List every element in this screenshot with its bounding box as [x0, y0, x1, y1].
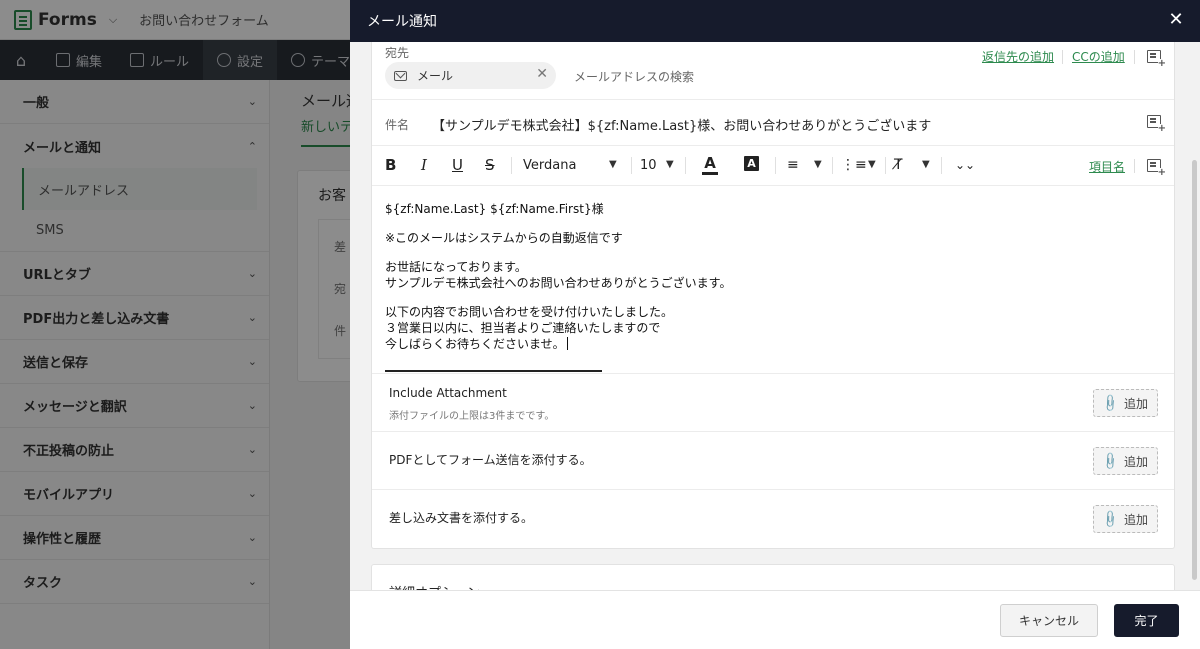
body-line: ${zf:Name.Last} ${zf:Name.First}様 [385, 202, 604, 216]
divider [832, 157, 833, 174]
insert-field-icon[interactable] [1147, 159, 1166, 178]
mail-icon [394, 70, 407, 81]
detail-options-card[interactable]: 詳細オプション [371, 564, 1175, 590]
editor-toolbar: B I U S Verdana ▼ 10 ▼ A A ≡ ▼ ⋮≡ ▼ T̸ ▼… [372, 146, 1174, 186]
clear-format-icon[interactable]: T̸ [894, 156, 903, 174]
attachment-row-merge: 差し込み文書を添付する。 📎 追加 [372, 489, 1174, 547]
add-attachment-button[interactable]: 📎 追加 [1093, 389, 1158, 417]
signature-divider [385, 370, 602, 372]
strikethrough-icon[interactable]: S [485, 156, 495, 174]
divider [511, 157, 512, 174]
text-caret [566, 337, 568, 350]
divider [1134, 159, 1135, 173]
add-button-label: 追加 [1123, 512, 1148, 527]
bold-icon[interactable]: B [385, 156, 396, 174]
more-options-icon[interactable]: ⌄⌄ [955, 156, 975, 174]
divider [1062, 50, 1063, 64]
mail-body-editor[interactable]: ${zf:Name.Last} ${zf:Name.First}様 ※このメール… [372, 186, 1174, 373]
add-button-label: 追加 [1123, 454, 1148, 469]
attachment-note: 添付ファイルの上限は3件までです。 [389, 411, 555, 422]
underline-icon[interactable]: U [452, 156, 463, 174]
insert-field-icon[interactable] [1147, 115, 1166, 134]
recipient-label: 宛先 [385, 46, 410, 60]
chevron-down-icon[interactable]: ▼ [922, 159, 930, 170]
recipient-search-input[interactable]: メールアドレスの検索 [574, 68, 694, 85]
detail-options-title: 詳細オプション [389, 582, 480, 590]
done-button[interactable]: 完了 [1114, 604, 1179, 637]
align-left-icon[interactable]: ≡ [787, 156, 799, 174]
attachment-title: 差し込み文書を添付する。 [389, 511, 534, 525]
remove-chip-icon[interactable]: ✕ [536, 66, 548, 82]
body-line: ※このメールはシステムからの自動返信です [385, 231, 623, 245]
add-reply-to-link[interactable]: 返信先の追加 [982, 48, 1054, 65]
font-family-select[interactable]: Verdana [523, 158, 576, 173]
panel-title: メール通知 [367, 14, 437, 30]
attachment-title: PDFとしてフォーム送信を添付する。 [389, 453, 592, 467]
add-button-label: 追加 [1123, 396, 1148, 411]
divider [1134, 50, 1135, 64]
vertical-scrollbar[interactable] [1192, 160, 1197, 580]
recipient-chip-label: メール [417, 69, 454, 83]
chevron-down-icon[interactable]: ▼ [868, 159, 876, 170]
body-line-last: 今しばらくお待ちくださいませ。 [385, 335, 568, 352]
chevron-down-icon[interactable]: ▼ [609, 159, 617, 170]
recipient-chip[interactable]: メール ✕ [385, 62, 556, 89]
subject-row: 件名 【サンプルデモ株式会社】${zf:Name.Last}様、お問い合わせあり… [372, 100, 1174, 146]
attachment-title: Include Attachment [389, 386, 507, 400]
close-icon[interactable]: ✕ [1166, 11, 1186, 31]
add-pdf-attachment-button[interactable]: 📎 追加 [1093, 447, 1158, 475]
body-line: お世話になっております。 [385, 260, 527, 274]
attachment-row-pdf: PDFとしてフォーム送信を添付する。 📎 追加 [372, 431, 1174, 489]
insert-field-icon[interactable] [1147, 50, 1166, 69]
add-merge-attachment-button[interactable]: 📎 追加 [1093, 505, 1158, 533]
attachment-row-include: Include Attachment 添付ファイルの上限は3件までです。 📎 追… [372, 373, 1174, 431]
body-line: 今しばらくお待ちくださいませ。 [385, 337, 565, 351]
divider [685, 157, 686, 174]
body-line: 以下の内容でお問い合わせを受け付けいたしました。 [385, 305, 674, 319]
subject-label: 件名 [385, 118, 410, 132]
divider [885, 157, 886, 174]
cancel-button[interactable]: キャンセル [1000, 604, 1098, 637]
bullet-list-icon[interactable]: ⋮≡ [841, 156, 867, 174]
italic-icon[interactable]: I [421, 156, 427, 174]
highlight-color-icon[interactable]: A [744, 156, 759, 171]
paperclip-icon: 📎 [1100, 392, 1121, 414]
subject-input[interactable]: 【サンプルデモ株式会社】${zf:Name.Last}様、お問い合わせありがとう… [432, 115, 931, 134]
recipient-row: 宛先 メール ✕ メールアドレスの検索 返信先の追加 CCの追加 [372, 42, 1174, 100]
mail-editor-card: 宛先 メール ✕ メールアドレスの検索 返信先の追加 CCの追加 件名 【サンプ… [371, 42, 1175, 549]
add-cc-link[interactable]: CCの追加 [1072, 48, 1125, 65]
divider [775, 157, 776, 174]
body-line: ３営業日以内に、担当者よりご連絡いたしますので [385, 321, 661, 335]
paperclip-icon: 📎 [1100, 450, 1121, 472]
mail-notification-panel: メール通知 ✕ 宛先 メール ✕ メールアドレスの検索 返信先の追加 CCの追加 [350, 0, 1200, 649]
chevron-down-icon[interactable]: ▼ [666, 159, 674, 170]
chevron-down-icon[interactable]: ▼ [814, 159, 822, 170]
panel-footer: キャンセル 完了 [350, 590, 1200, 649]
paperclip-icon: 📎 [1100, 508, 1121, 530]
divider [631, 157, 632, 174]
font-color-icon[interactable]: A [702, 155, 718, 175]
body-line: サンプルデモ株式会社へのお問い合わせありがとうございます。 [385, 276, 732, 290]
font-size-select[interactable]: 10 [640, 158, 657, 173]
divider [941, 157, 942, 174]
field-name-link[interactable]: 項目名 [1089, 158, 1125, 175]
panel-scroll-area[interactable]: 宛先 メール ✕ メールアドレスの検索 返信先の追加 CCの追加 件名 【サンプ… [350, 42, 1200, 590]
panel-header: メール通知 ✕ [350, 0, 1200, 42]
